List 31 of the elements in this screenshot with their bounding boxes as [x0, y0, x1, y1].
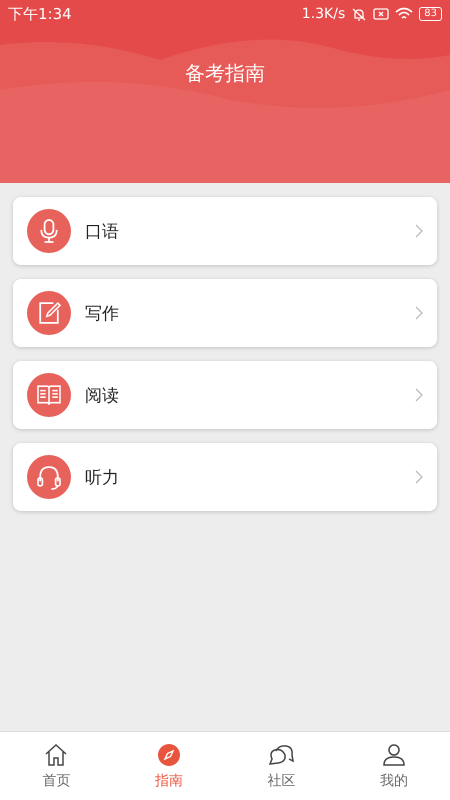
menu-label: 口语: [85, 220, 120, 242]
page-title: 备考指南: [184, 60, 266, 87]
menu-label: 写作: [85, 302, 120, 324]
network-speed: 1.3K/s: [302, 6, 346, 22]
menu-item[interactable]: 口语: [13, 197, 437, 265]
nav-tab[interactable]: 我的: [338, 732, 450, 800]
menu-label: 阅读: [85, 384, 120, 406]
battery-level: 83: [419, 7, 442, 21]
home-icon: [43, 742, 70, 768]
compass-icon: [156, 742, 182, 768]
menu-item[interactable]: 阅读: [13, 361, 437, 429]
edit-icon: [27, 291, 71, 335]
user-icon: [380, 742, 407, 768]
status-time: 下午1:34: [8, 4, 72, 24]
microphone-icon: [27, 209, 71, 253]
nav-tab[interactable]: 首页: [0, 732, 112, 800]
wifi-icon: [395, 7, 414, 21]
menu-label: 听力: [85, 466, 120, 488]
nav-tab[interactable]: 社区: [225, 732, 338, 800]
nav-tab[interactable]: 指南: [112, 732, 225, 800]
chevron-icon: [415, 306, 423, 320]
book-icon: [27, 373, 71, 417]
chevron-icon: [415, 470, 423, 484]
chevron-icon: [415, 388, 423, 402]
mute-icon: [351, 6, 368, 22]
menu-item[interactable]: 听力: [13, 443, 437, 511]
chevron-icon: [415, 224, 423, 238]
headset-icon: [27, 455, 71, 499]
sim-icon: [373, 7, 390, 21]
menu-item[interactable]: 写作: [13, 279, 437, 347]
chat-icon: [267, 742, 296, 768]
